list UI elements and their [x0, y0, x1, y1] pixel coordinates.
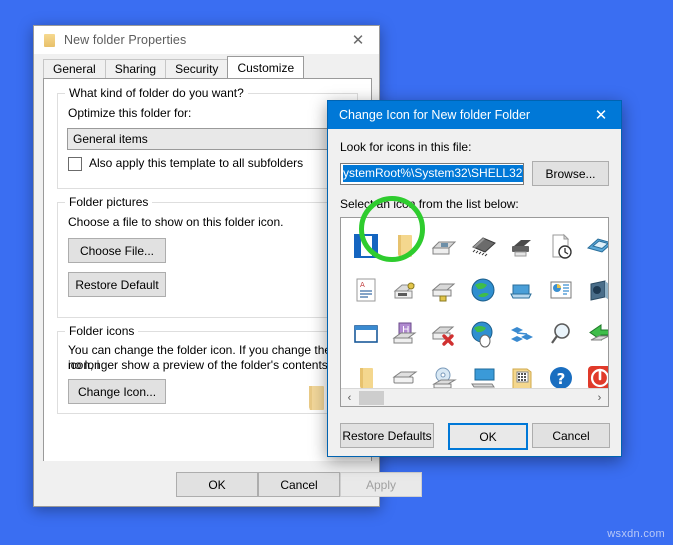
apply-subfolders-checkbox[interactable]: [68, 156, 82, 171]
icon-cell-window[interactable]: [347, 314, 385, 354]
browse-button[interactable]: Browse...: [532, 161, 609, 186]
icon-list-horizontal-scrollbar[interactable]: ‹ ›: [341, 388, 608, 406]
chip-icon: [472, 237, 496, 257]
properties-ok-button[interactable]: OK: [176, 472, 258, 497]
apply-subfolders-row[interactable]: Also apply this template to all subfolde…: [68, 156, 303, 171]
icon-cell-document-clock[interactable]: [542, 226, 580, 266]
icon-cell-drive-delete[interactable]: [425, 314, 463, 354]
folder-icon: [44, 33, 55, 47]
media-device-icon: [590, 280, 608, 301]
properties-titlebar: New folder Properties ✕: [34, 26, 379, 54]
icon-cell-drive-lock[interactable]: [425, 270, 463, 310]
tab-general[interactable]: General: [43, 59, 106, 78]
close-icon[interactable]: ✕: [337, 26, 379, 54]
document-clock-icon: [552, 233, 572, 259]
icon-cell-network-computer[interactable]: [503, 270, 541, 310]
select-icon-label: Select an icon from the list below:: [340, 197, 519, 211]
folder-pictures-legend: Folder pictures: [65, 195, 153, 209]
drive-delete-icon: [431, 326, 455, 346]
globe-mouse-icon: [471, 321, 493, 348]
choose-file-button[interactable]: Choose File...: [68, 238, 166, 263]
icon-cell-globe[interactable]: [464, 270, 502, 310]
optimize-folder-combobox[interactable]: General items: [67, 128, 358, 150]
folder-icons-description-line2: no longer show a preview of the folder's…: [68, 358, 332, 372]
printer-key-icon: [393, 282, 416, 299]
svg-text:?: ?: [557, 370, 566, 388]
floppy-h-drive-icon: H: [392, 322, 417, 344]
chart-report-icon: [550, 281, 572, 299]
floppy-drive-icon: [431, 241, 457, 255]
icon-grid: A H ?: [341, 218, 608, 390]
folder-type-group: What kind of folder do you want? Optimiz…: [57, 86, 358, 189]
tab-sharing[interactable]: Sharing: [104, 59, 167, 78]
network-card-icon: [586, 238, 608, 253]
folder-type-legend: What kind of folder do you want?: [65, 86, 248, 100]
icon-cell-folder[interactable]: [386, 226, 424, 266]
icon-cell-usb-back[interactable]: [581, 314, 608, 354]
properties-window-title: New folder Properties: [64, 33, 187, 47]
tab-security[interactable]: Security: [165, 59, 229, 78]
icon-list-box[interactable]: A H ? ‹ ›: [340, 217, 609, 407]
drive-lock-icon: [431, 283, 456, 302]
scroll-left-arrow-icon[interactable]: ‹: [341, 389, 358, 406]
icon-row: A: [347, 268, 608, 312]
icon-cell-floppy-h-drive[interactable]: H: [386, 314, 424, 354]
restore-defaults-button[interactable]: Restore Defaults: [340, 423, 434, 448]
change-icon-titlebar: Change Icon for New folder Folder ✕: [328, 101, 621, 129]
change-icon-dialog: Change Icon for New folder Folder ✕ Look…: [327, 100, 622, 457]
icon-row: H: [347, 312, 608, 356]
change-icon-ok-button[interactable]: OK: [448, 423, 528, 450]
network-nodes-icon: [511, 327, 533, 342]
scroll-right-arrow-icon[interactable]: ›: [591, 389, 608, 406]
icon-cell-network-card[interactable]: [581, 226, 608, 266]
icon-cell-chart-report[interactable]: [542, 270, 580, 310]
scrollbar-thumb[interactable]: [359, 390, 384, 405]
apply-subfolders-label: Also apply this template to all subfolde…: [89, 156, 304, 170]
icon-row: [347, 224, 608, 268]
icon-cell-floppy-drive[interactable]: [425, 226, 463, 266]
svg-text:A: A: [360, 281, 365, 289]
icon-cell-network-nodes[interactable]: [503, 314, 541, 354]
icon-cell-magnifier[interactable]: [542, 314, 580, 354]
optimize-folder-value: General items: [73, 132, 148, 146]
change-icon-button-bar: Restore Defaults OK Cancel: [328, 412, 621, 456]
optimize-label: Optimize this folder for:: [68, 106, 192, 120]
change-icon-dialog-title: Change Icon for New folder Folder: [339, 108, 531, 122]
folder-icon: [398, 235, 412, 257]
icon-cell-globe-mouse[interactable]: [464, 314, 502, 354]
folder-pictures-description: Choose a file to show on this folder ico…: [68, 215, 284, 229]
properties-tabstrip: General Sharing Security Customize: [43, 56, 379, 78]
restore-default-button[interactable]: Restore Default: [68, 272, 166, 297]
window-icon: [354, 325, 378, 343]
icon-cell-chip[interactable]: [464, 226, 502, 266]
change-icon-button[interactable]: Change Icon...: [68, 379, 166, 404]
printer-icon: [512, 240, 531, 257]
icon-cell-document-blue[interactable]: [347, 226, 385, 266]
globe-icon: [471, 278, 495, 302]
icon-file-path-value: ystemRoot%\System32\SHELL32.dll: [343, 165, 523, 182]
icon-cell-text-document[interactable]: A: [347, 270, 385, 310]
change-icon-cancel-button[interactable]: Cancel: [532, 423, 610, 448]
icon-cell-printer-key[interactable]: [386, 270, 424, 310]
text-document-icon: A: [356, 278, 376, 302]
look-for-icons-label: Look for icons in this file:: [340, 140, 472, 154]
tab-customize[interactable]: Customize: [227, 56, 305, 78]
close-icon[interactable]: ✕: [581, 101, 621, 129]
icon-file-path-input[interactable]: ystemRoot%\System32\SHELL32.dll: [340, 162, 524, 185]
icon-cell-media-device[interactable]: [581, 270, 608, 310]
folder-icons-legend: Folder icons: [65, 324, 139, 338]
icon-cell-printer[interactable]: [503, 226, 541, 266]
document-blue-icon: [354, 234, 378, 258]
folder-pictures-group: Folder pictures Choose a file to show on…: [57, 195, 358, 318]
usb-back-icon: [589, 324, 608, 341]
magnifier-icon: [551, 323, 570, 344]
network-computer-icon: [510, 284, 532, 299]
watermark: wsxdn.com: [607, 528, 665, 540]
